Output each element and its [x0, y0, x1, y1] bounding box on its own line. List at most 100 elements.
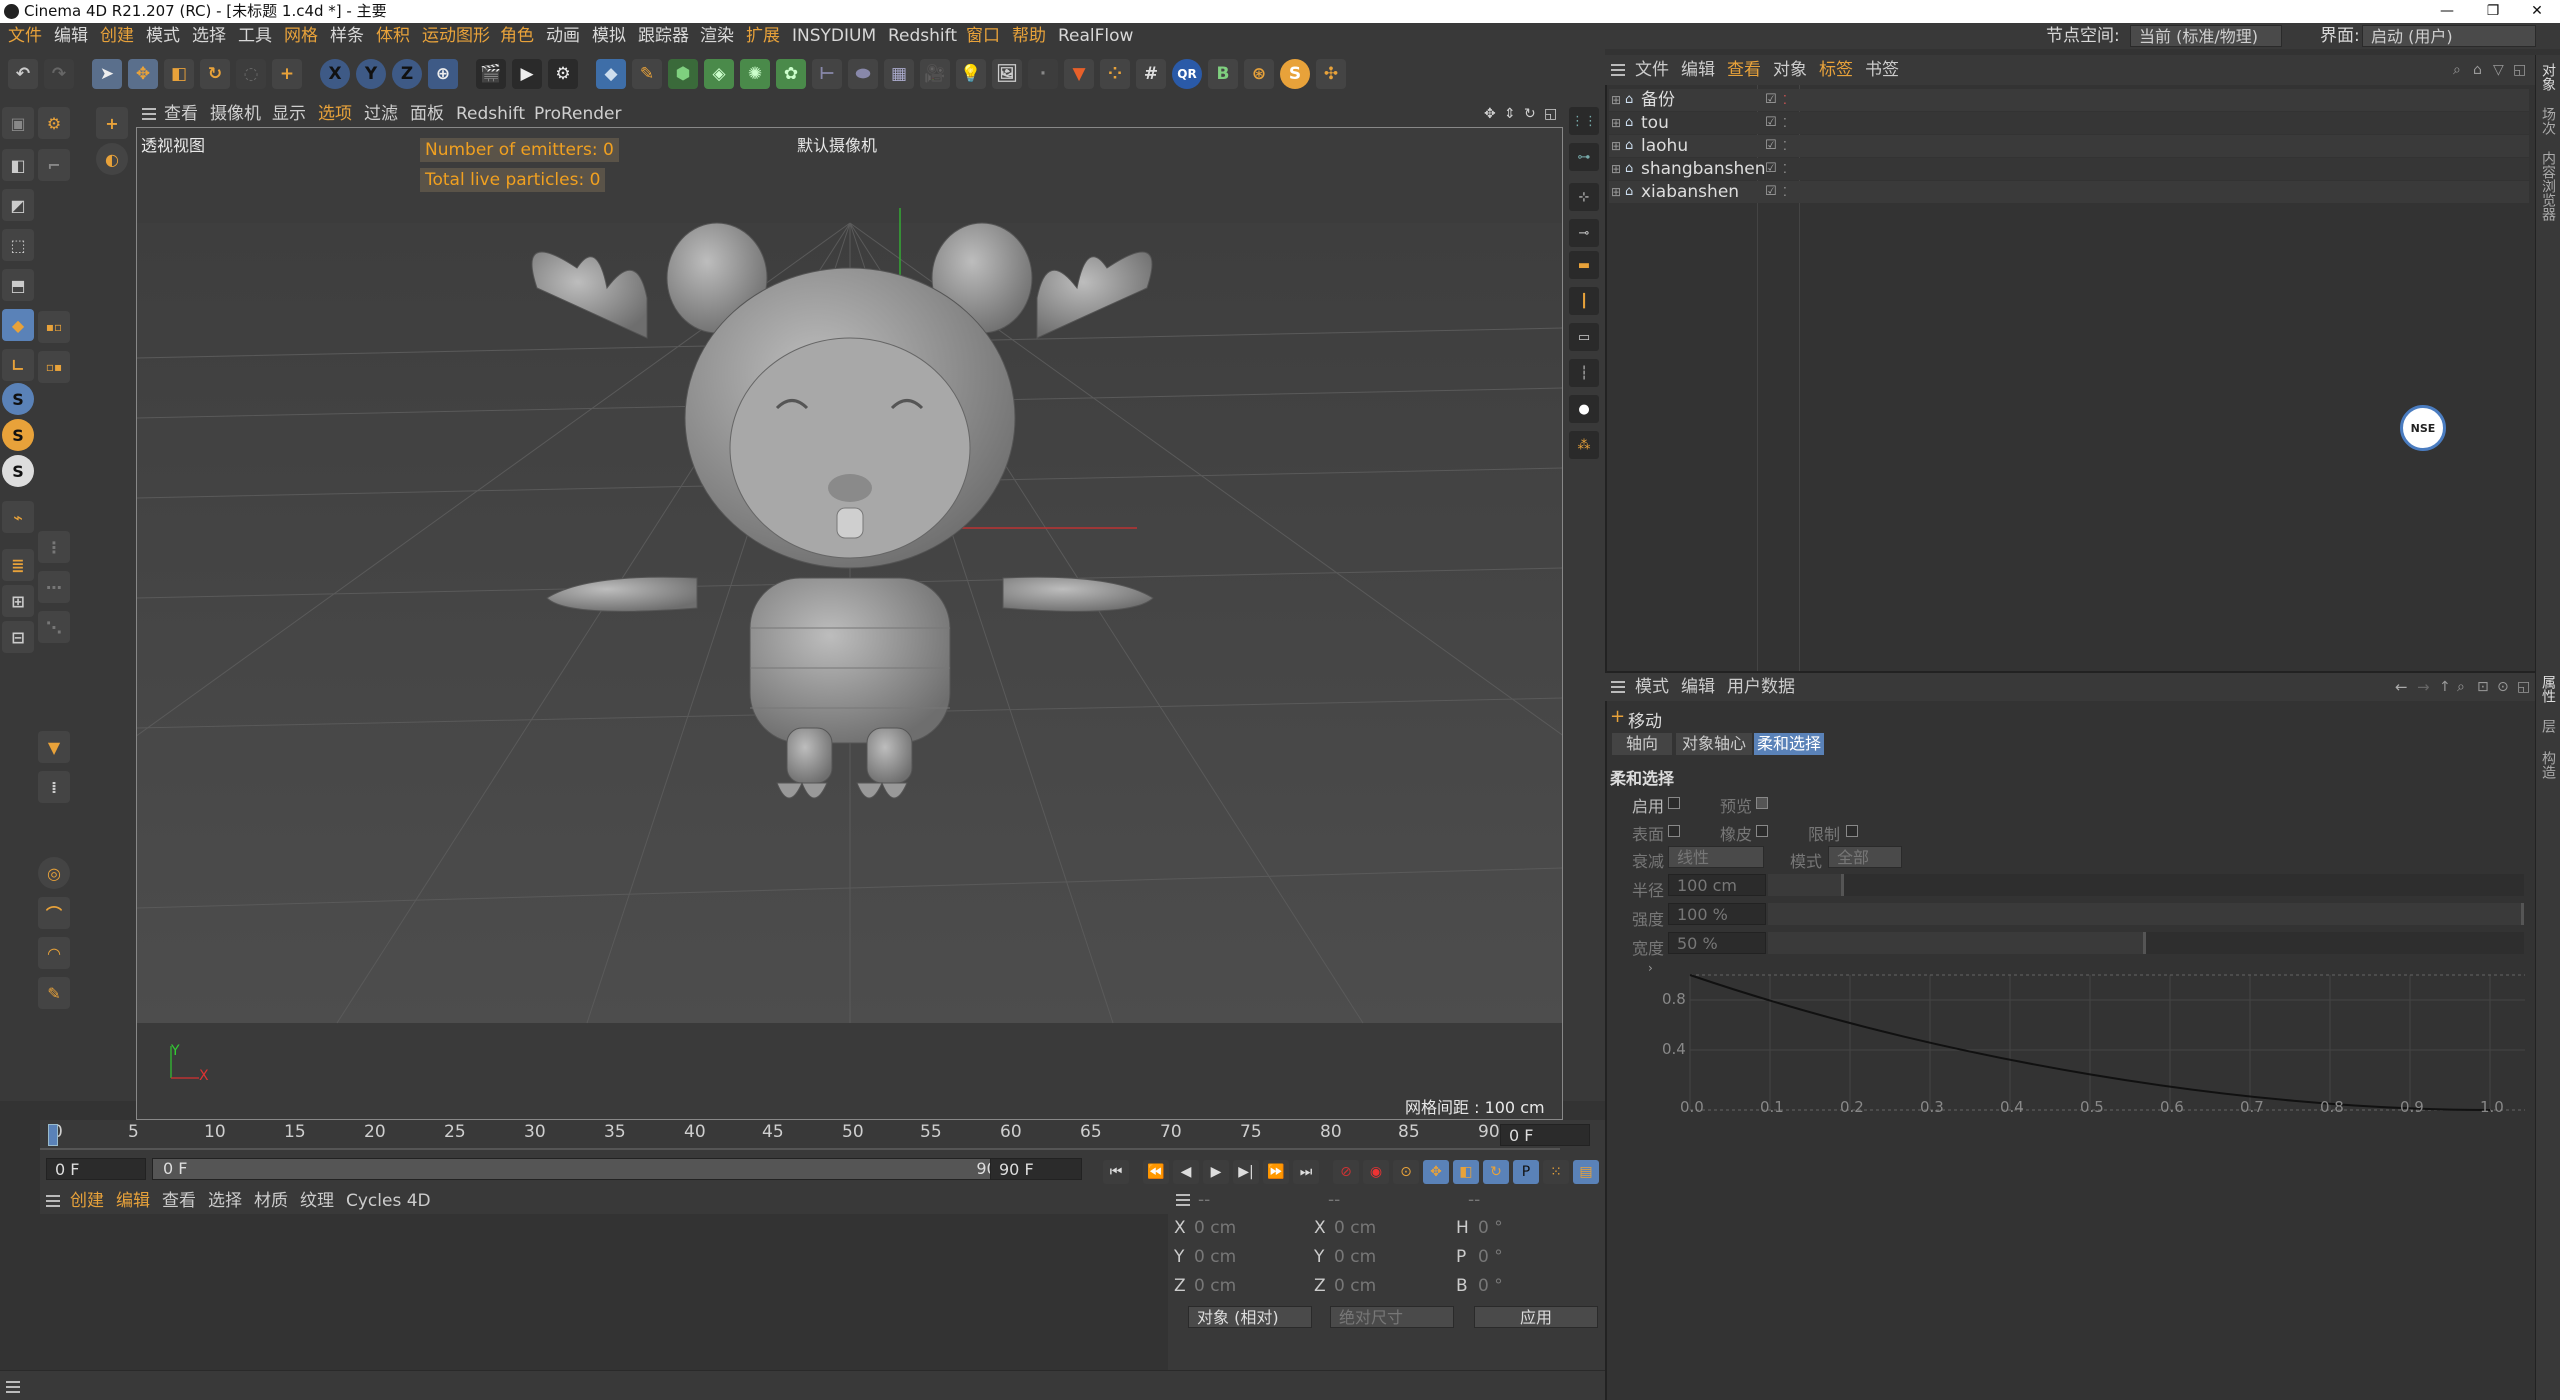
coord-size-dropdown[interactable]: 绝对尺寸 [1330, 1306, 1454, 1328]
viewport-menu-options[interactable]: 选项 [318, 101, 352, 127]
solo-icon-2[interactable]: S [2, 419, 34, 451]
next-frame-icon[interactable]: ▶| [1233, 1160, 1259, 1184]
om-menu-tags[interactable]: 标签 [1819, 55, 1853, 85]
viewport-menu-icon[interactable] [142, 108, 156, 120]
brush-tool-icon[interactable]: ✎ [38, 977, 70, 1009]
texture-mode-icon[interactable]: ◩ [2, 189, 34, 221]
forward-arrow-icon[interactable]: → [2417, 673, 2430, 701]
timeline-window-icon[interactable]: ▤ [1573, 1160, 1599, 1184]
end-frame-field[interactable]: 90 F [990, 1158, 1082, 1180]
floor-icon[interactable]: ▦ [884, 59, 914, 89]
attr-menu-mode[interactable]: 模式 [1635, 673, 1669, 701]
pen-icon[interactable]: ✎ [632, 59, 662, 89]
om-search-icon[interactable]: ⌕ [2453, 55, 2461, 85]
spline-tool-icon[interactable]: ⌒ [38, 897, 70, 929]
width-slider[interactable] [1768, 932, 2524, 954]
box-select-icon[interactable]: ▫▪ [38, 351, 70, 383]
start-frame-field[interactable]: 0 F [46, 1158, 146, 1180]
menu-simulate[interactable]: 模拟 [592, 23, 626, 49]
emitter-icon[interactable]: · [1028, 59, 1058, 89]
side-tab-structure[interactable]: 构造 [2538, 751, 2558, 779]
solo-icon-1[interactable]: S [2, 383, 34, 415]
scale-tool-icon[interactable]: ◧ [164, 59, 194, 89]
menu-extensions[interactable]: 扩展 [746, 23, 780, 49]
menu-realflow[interactable]: RealFlow [1058, 23, 1133, 49]
align-icon-5[interactable]: ▬ [1569, 251, 1599, 279]
attr-menu-userdata[interactable]: 用户数据 [1727, 673, 1795, 701]
rotation-p-field[interactable]: 0 ° [1478, 1247, 1503, 1267]
menu-tools[interactable]: 工具 [238, 23, 272, 49]
viewport-menu-view[interactable]: 查看 [164, 101, 198, 127]
picture-icon[interactable]: 🖼 [992, 59, 1022, 89]
coordinate-system-icon[interactable]: ⊕ [428, 59, 458, 89]
up-arrow-icon[interactable]: ↑ [2439, 673, 2451, 701]
side-tab-takes[interactable]: 场次 [2538, 107, 2558, 135]
cloner-icon[interactable]: ✺ [740, 59, 770, 89]
arc-tool-icon[interactable]: ◠ [38, 937, 70, 969]
align-icon-7[interactable]: ▭ [1569, 323, 1599, 351]
width-field[interactable]: 50 % [1668, 932, 1766, 954]
expand-icon[interactable]: ⊞ [1611, 112, 1621, 134]
menu-create[interactable]: 创建 [100, 23, 134, 49]
side-tab-attributes[interactable]: 属性 [2538, 675, 2558, 703]
om-home-icon[interactable]: ⌂ [2473, 55, 2482, 85]
object-menu-icon[interactable] [1611, 64, 1625, 76]
viewport-menu-prorender[interactable]: ProRender [534, 101, 622, 127]
menu-file[interactable]: 文件 [8, 23, 42, 49]
grid-icon[interactable]: # [1136, 59, 1166, 89]
camera-name[interactable]: 默认摄像机 [797, 132, 877, 156]
object-name[interactable]: tou [1641, 112, 1669, 134]
add-tool-icon[interactable]: + [272, 59, 302, 89]
apply-button[interactable]: 应用 [1474, 1306, 1598, 1328]
move-tool-icon[interactable]: ✥ [128, 59, 158, 89]
camera-icon[interactable]: 🎥 [920, 59, 950, 89]
render-picture-viewer-icon[interactable]: ▶ [512, 59, 542, 89]
cube-icon[interactable]: ◆ [596, 59, 626, 89]
menu-redshift[interactable]: Redshift [888, 23, 957, 49]
goto-end-icon[interactable]: ⏭ [1293, 1160, 1319, 1184]
z-axis-lock-icon[interactable]: Z [392, 59, 422, 89]
paint-icon[interactable]: ⊟ [2, 621, 34, 653]
menu-volume[interactable]: 体积 [376, 23, 410, 49]
minimize-button[interactable]: — [2424, 0, 2470, 23]
align-icon-2[interactable]: ⊶ [1569, 143, 1599, 171]
viewport-zoom-icon[interactable]: ⇕ [1504, 101, 1516, 127]
y-axis-lock-icon[interactable]: Y [356, 59, 386, 89]
viewport-menu-cameras[interactable]: 摄像机 [210, 101, 261, 127]
menu-render[interactable]: 渲染 [700, 23, 734, 49]
edges-mode-icon[interactable]: ⬒ [2, 269, 34, 301]
om-filter-icon[interactable]: ▽ [2493, 55, 2504, 85]
align-icon-1[interactable]: ⋮⋮ [1569, 107, 1599, 135]
attribute-menu-icon[interactable] [1611, 681, 1625, 693]
om-menu-objects[interactable]: 对象 [1773, 55, 1807, 85]
attr-new-window-icon[interactable]: ◱ [2517, 673, 2530, 701]
size-y-field[interactable]: 0 cm [1334, 1247, 1376, 1267]
align-icon-3[interactable]: ⊹ [1569, 183, 1599, 211]
rubber-checkbox[interactable] [1756, 825, 1768, 837]
recent-tool-icon[interactable]: ◌ [236, 59, 266, 89]
dotted-select-icon[interactable]: ⁞ [38, 771, 70, 803]
object-row[interactable]: ⊞ ⌂ 备份 ☑ ⁚ [1609, 89, 2529, 111]
radius-slider[interactable] [1768, 874, 2524, 896]
surface-checkbox[interactable] [1668, 825, 1680, 837]
workplane-add-icon[interactable]: + [96, 107, 128, 139]
key-pla-icon[interactable]: ⁙ [1543, 1160, 1569, 1184]
align-icon-10[interactable]: ⁂ [1569, 431, 1599, 459]
render-dots-icon[interactable]: ⁚ [1783, 158, 1787, 180]
frame-range-slider[interactable]: 0 F 90 F [152, 1158, 1022, 1180]
material-manager[interactable] [40, 1188, 1168, 1370]
material-menu-cycles4d[interactable]: Cycles 4D [346, 1188, 431, 1214]
side-tab-objects[interactable]: 对象 [2538, 63, 2558, 91]
material-menu-select[interactable]: 选择 [208, 1188, 242, 1214]
strength-field[interactable]: 100 % [1668, 903, 1766, 925]
knife-icon[interactable]: ⋯ [38, 571, 70, 603]
select-tool-icon[interactable]: ➤ [92, 59, 122, 89]
model-icon[interactable]: ◧ [2, 149, 34, 181]
tab-object-axis[interactable]: 对象轴心 [1676, 733, 1752, 755]
planar-icon[interactable]: ⊞ [2, 585, 34, 617]
render-dots-icon[interactable]: ⁚ [1783, 135, 1787, 157]
position-z-field[interactable]: 0 cm [1194, 1276, 1236, 1296]
om-menu-view[interactable]: 查看 [1727, 55, 1761, 85]
position-y-field[interactable]: 0 cm [1194, 1247, 1236, 1267]
key-param-icon[interactable]: P [1513, 1160, 1539, 1184]
